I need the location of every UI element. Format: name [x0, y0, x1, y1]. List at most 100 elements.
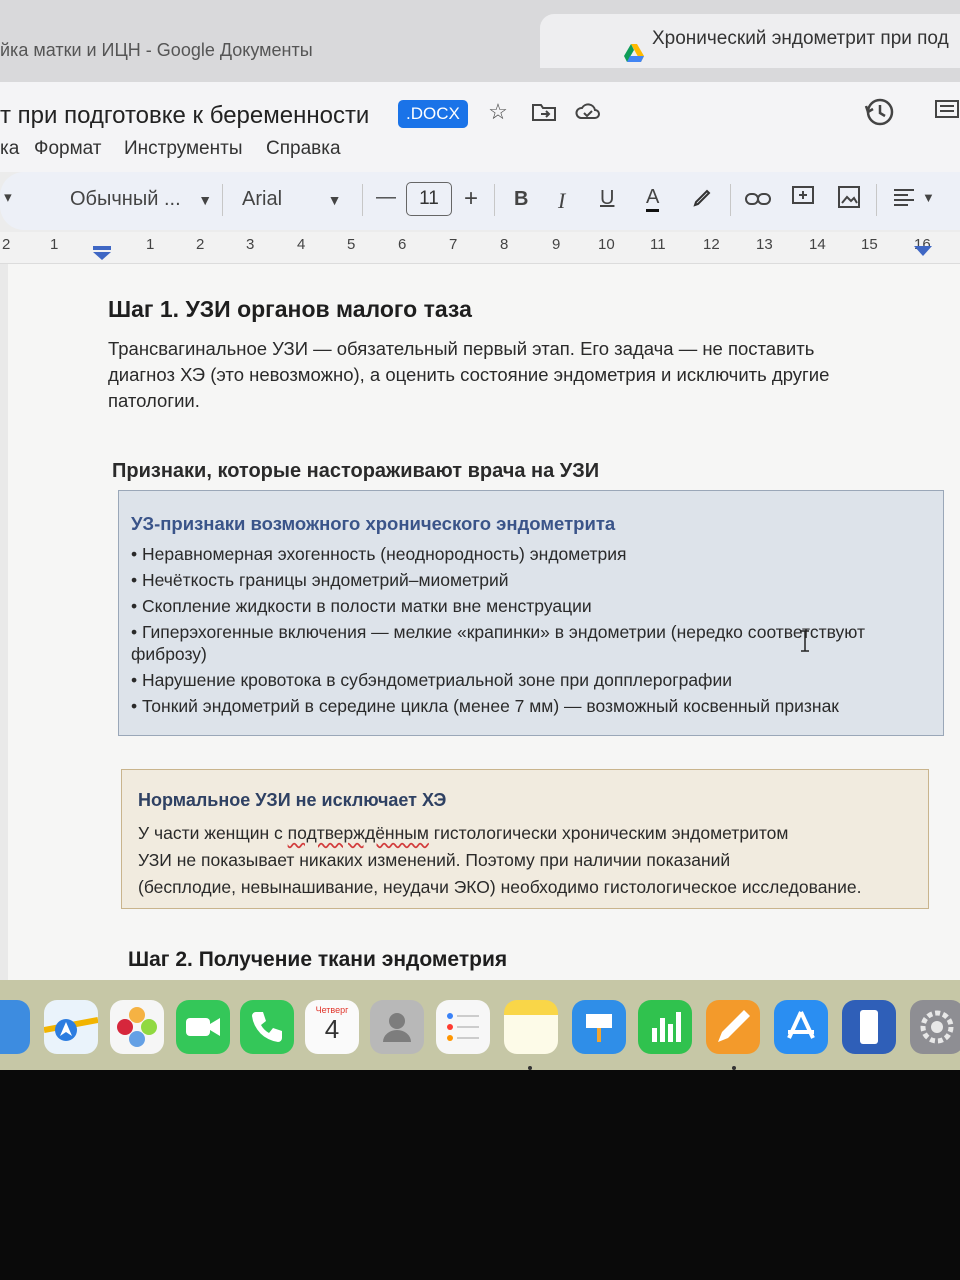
numbers-icon[interactable]	[638, 1000, 692, 1054]
style-dropdown[interactable]: Обычный ... ▼	[70, 188, 212, 211]
ruler-number: 5	[347, 236, 356, 253]
move-folder-icon[interactable]	[530, 98, 558, 126]
monitor-bezel	[0, 1070, 960, 1280]
italic-button[interactable]: I	[558, 188, 565, 214]
tab-active[interactable]: Хронический эндометрит при под	[540, 14, 960, 68]
ultrasound-signs-box: УЗ-признаки возможного хронического эндо…	[118, 490, 944, 736]
facetime-icon[interactable]	[176, 1000, 230, 1054]
contacts-icon[interactable]	[370, 1000, 424, 1054]
align-left-icon[interactable]	[892, 186, 916, 210]
comments-icon[interactable]	[932, 96, 960, 124]
maps-icon[interactable]	[43, 1000, 99, 1054]
macos-dock: Четверг 4	[0, 980, 960, 1070]
menu-insert[interactable]: ка	[0, 138, 19, 160]
tab-google-docs[interactable]: йка матки и ИЦН - Google Документы	[0, 40, 313, 61]
insert-image-icon[interactable]	[836, 184, 862, 210]
ruler-number: 11	[650, 236, 666, 253]
normal-ultrasound-note-box: Нормальное УЗИ не исключает ХЭ У части ж…	[121, 769, 929, 909]
ruler-number: 15	[861, 236, 878, 253]
podium-glyph	[586, 1014, 612, 1042]
bold-button[interactable]: B	[514, 188, 528, 211]
list-item: • Нечёткость границы эндометрий–миометри…	[131, 570, 509, 590]
tab-active-title: Хронический эндометрит при под	[652, 28, 949, 49]
docx-badge: .DOCX	[398, 100, 468, 128]
list-item: • Тонкий эндометрий в середине цикла (ме…	[131, 696, 839, 716]
link-icon[interactable]	[744, 188, 772, 210]
menu-help[interactable]: Справка	[266, 138, 341, 160]
screen: йка матки и ИЦН - Google Документы Хрони…	[0, 0, 960, 1070]
spellcheck-word[interactable]: подтверждённым	[288, 823, 429, 843]
paragraph-line: Трансвагинальное УЗИ — обязательный перв…	[108, 338, 815, 359]
google-drive-icon	[624, 44, 644, 62]
paragraph-line: патологии.	[108, 390, 200, 411]
docs-title-row: т при подготовке к беременности .DOCX ☆	[0, 82, 960, 140]
notes-icon[interactable]	[504, 1000, 558, 1054]
calendar-icon[interactable]: Четверг 4	[305, 1000, 359, 1054]
finder-icon[interactable]	[0, 1000, 30, 1054]
ruler-number: 1	[50, 236, 59, 253]
divider	[222, 184, 223, 216]
heading-signs: Признаки, которые настораживают врача на…	[112, 460, 600, 482]
app-store-icon[interactable]	[774, 1000, 828, 1054]
font-label: Arial	[242, 188, 283, 210]
keynote-icon[interactable]	[572, 1000, 626, 1054]
increase-size-button[interactable]: +	[464, 185, 478, 213]
highlight-icon[interactable]	[690, 186, 714, 210]
system-settings-icon[interactable]	[910, 1000, 960, 1054]
menu-format[interactable]: Формат	[34, 138, 102, 160]
cloud-status-icon[interactable]	[574, 98, 602, 126]
pen-glyph	[718, 1010, 750, 1042]
divider	[876, 184, 877, 216]
ruler-number: 9	[552, 236, 561, 253]
photos-icon[interactable]	[110, 1000, 164, 1054]
text-color-button[interactable]: A	[646, 185, 660, 212]
history-icon[interactable]	[862, 94, 898, 130]
box-title: УЗ-признаки возможного хронического эндо…	[131, 513, 616, 534]
text-run: У части женщин с	[138, 823, 288, 843]
camera-glyph	[186, 1018, 220, 1036]
decrease-size-button[interactable]: —	[376, 186, 396, 209]
list-item: • Скопление жидкости в полости матки вне…	[131, 596, 592, 616]
phone-icon[interactable]	[240, 1000, 294, 1054]
iphone-mirroring-icon[interactable]	[842, 1000, 896, 1054]
underline-button[interactable]: U	[600, 187, 614, 210]
list-item: • Нарушение кровотока в субэндометриальн…	[131, 670, 732, 690]
chevron-down-icon[interactable]: ▼	[922, 190, 935, 205]
indent-marker-icon[interactable]	[93, 246, 111, 260]
intro-paragraph: Трансвагинальное УЗИ — обязательный перв…	[108, 336, 888, 414]
divider	[362, 184, 363, 216]
ruler-number: 2	[2, 236, 11, 253]
font-dropdown[interactable]: Arial ▼	[242, 188, 341, 211]
paragraph-line: диагноз ХЭ (это невозможно), а оценить с…	[108, 364, 830, 385]
document-title[interactable]: т при подготовке к беременности	[0, 102, 369, 130]
photos-glyph	[117, 1007, 157, 1047]
right-indent-marker-icon[interactable]	[914, 246, 932, 260]
ruler-number: 12	[703, 236, 720, 253]
ruler-number: 13	[756, 236, 773, 253]
list-item: • Неравномерная эхогенность (неоднородно…	[131, 544, 627, 564]
document-canvas[interactable]: Шаг 1. УЗИ органов малого таза Трансваги…	[0, 264, 960, 980]
star-icon[interactable]: ☆	[484, 98, 512, 126]
paragraph-line: УЗИ не показывает никаких изменений. Поэ…	[138, 850, 731, 870]
chevron-down-icon: ▼	[327, 192, 342, 208]
zoom-dropdown[interactable]: ▾	[0, 188, 12, 206]
heading-step-2: Шаг 2. Получение ткани эндометрия	[128, 948, 508, 971]
ruler-number: 8	[500, 236, 509, 253]
text-cursor-icon	[801, 630, 809, 652]
bar-chart-glyph	[652, 1012, 681, 1042]
add-comment-icon[interactable]	[790, 184, 816, 210]
ruler-number: 1	[146, 236, 155, 253]
person-glyph	[383, 1013, 411, 1042]
font-size-input[interactable]: 11	[406, 182, 452, 216]
maps-glyph	[43, 1017, 99, 1041]
ruler-number: 6	[398, 236, 407, 253]
reminders-icon[interactable]	[436, 1000, 490, 1054]
note-paragraph: У части женщин с подтверждённым гистолог…	[138, 820, 918, 901]
menu-tools[interactable]: Инструменты	[124, 138, 242, 160]
document-page[interactable]: Шаг 1. УЗИ органов малого таза Трансваги…	[8, 264, 960, 980]
ruler: 2 1 1 2 3 4 5 6 7 8 9 10 11 12 13 14 15 …	[0, 232, 960, 264]
phone-glyph	[252, 1012, 282, 1042]
formatting-toolbar: ▾ Обычный ... ▼ Arial ▼ — 11 + B I U A ▼	[0, 172, 960, 230]
pages-icon[interactable]	[706, 1000, 760, 1054]
ruler-number: 14	[809, 236, 826, 253]
